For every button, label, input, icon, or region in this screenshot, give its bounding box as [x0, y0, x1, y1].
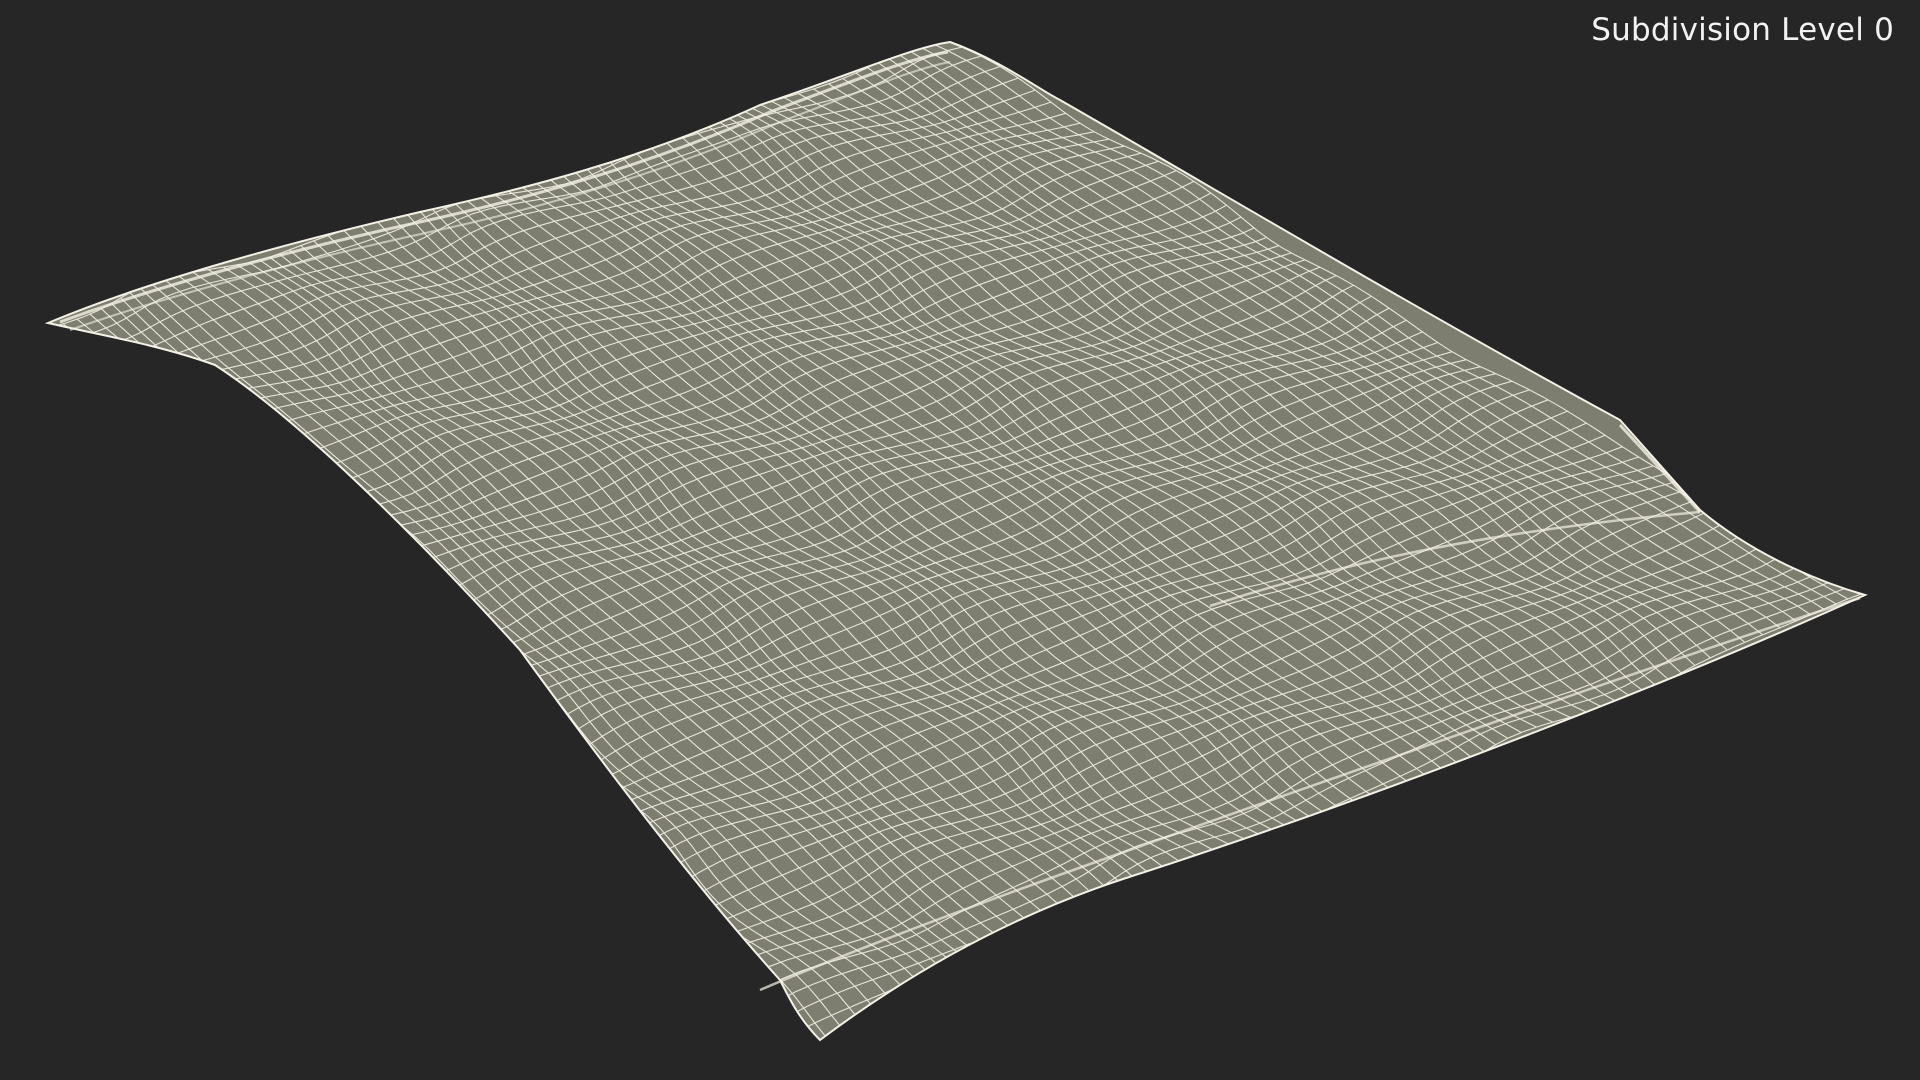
subdivision-level-label: Subdivision Level 0	[1591, 12, 1894, 48]
wireframe-pouch-mesh	[44, 40, 1868, 1042]
3d-viewport[interactable]: Subdivision Level 0	[0, 0, 1920, 1080]
